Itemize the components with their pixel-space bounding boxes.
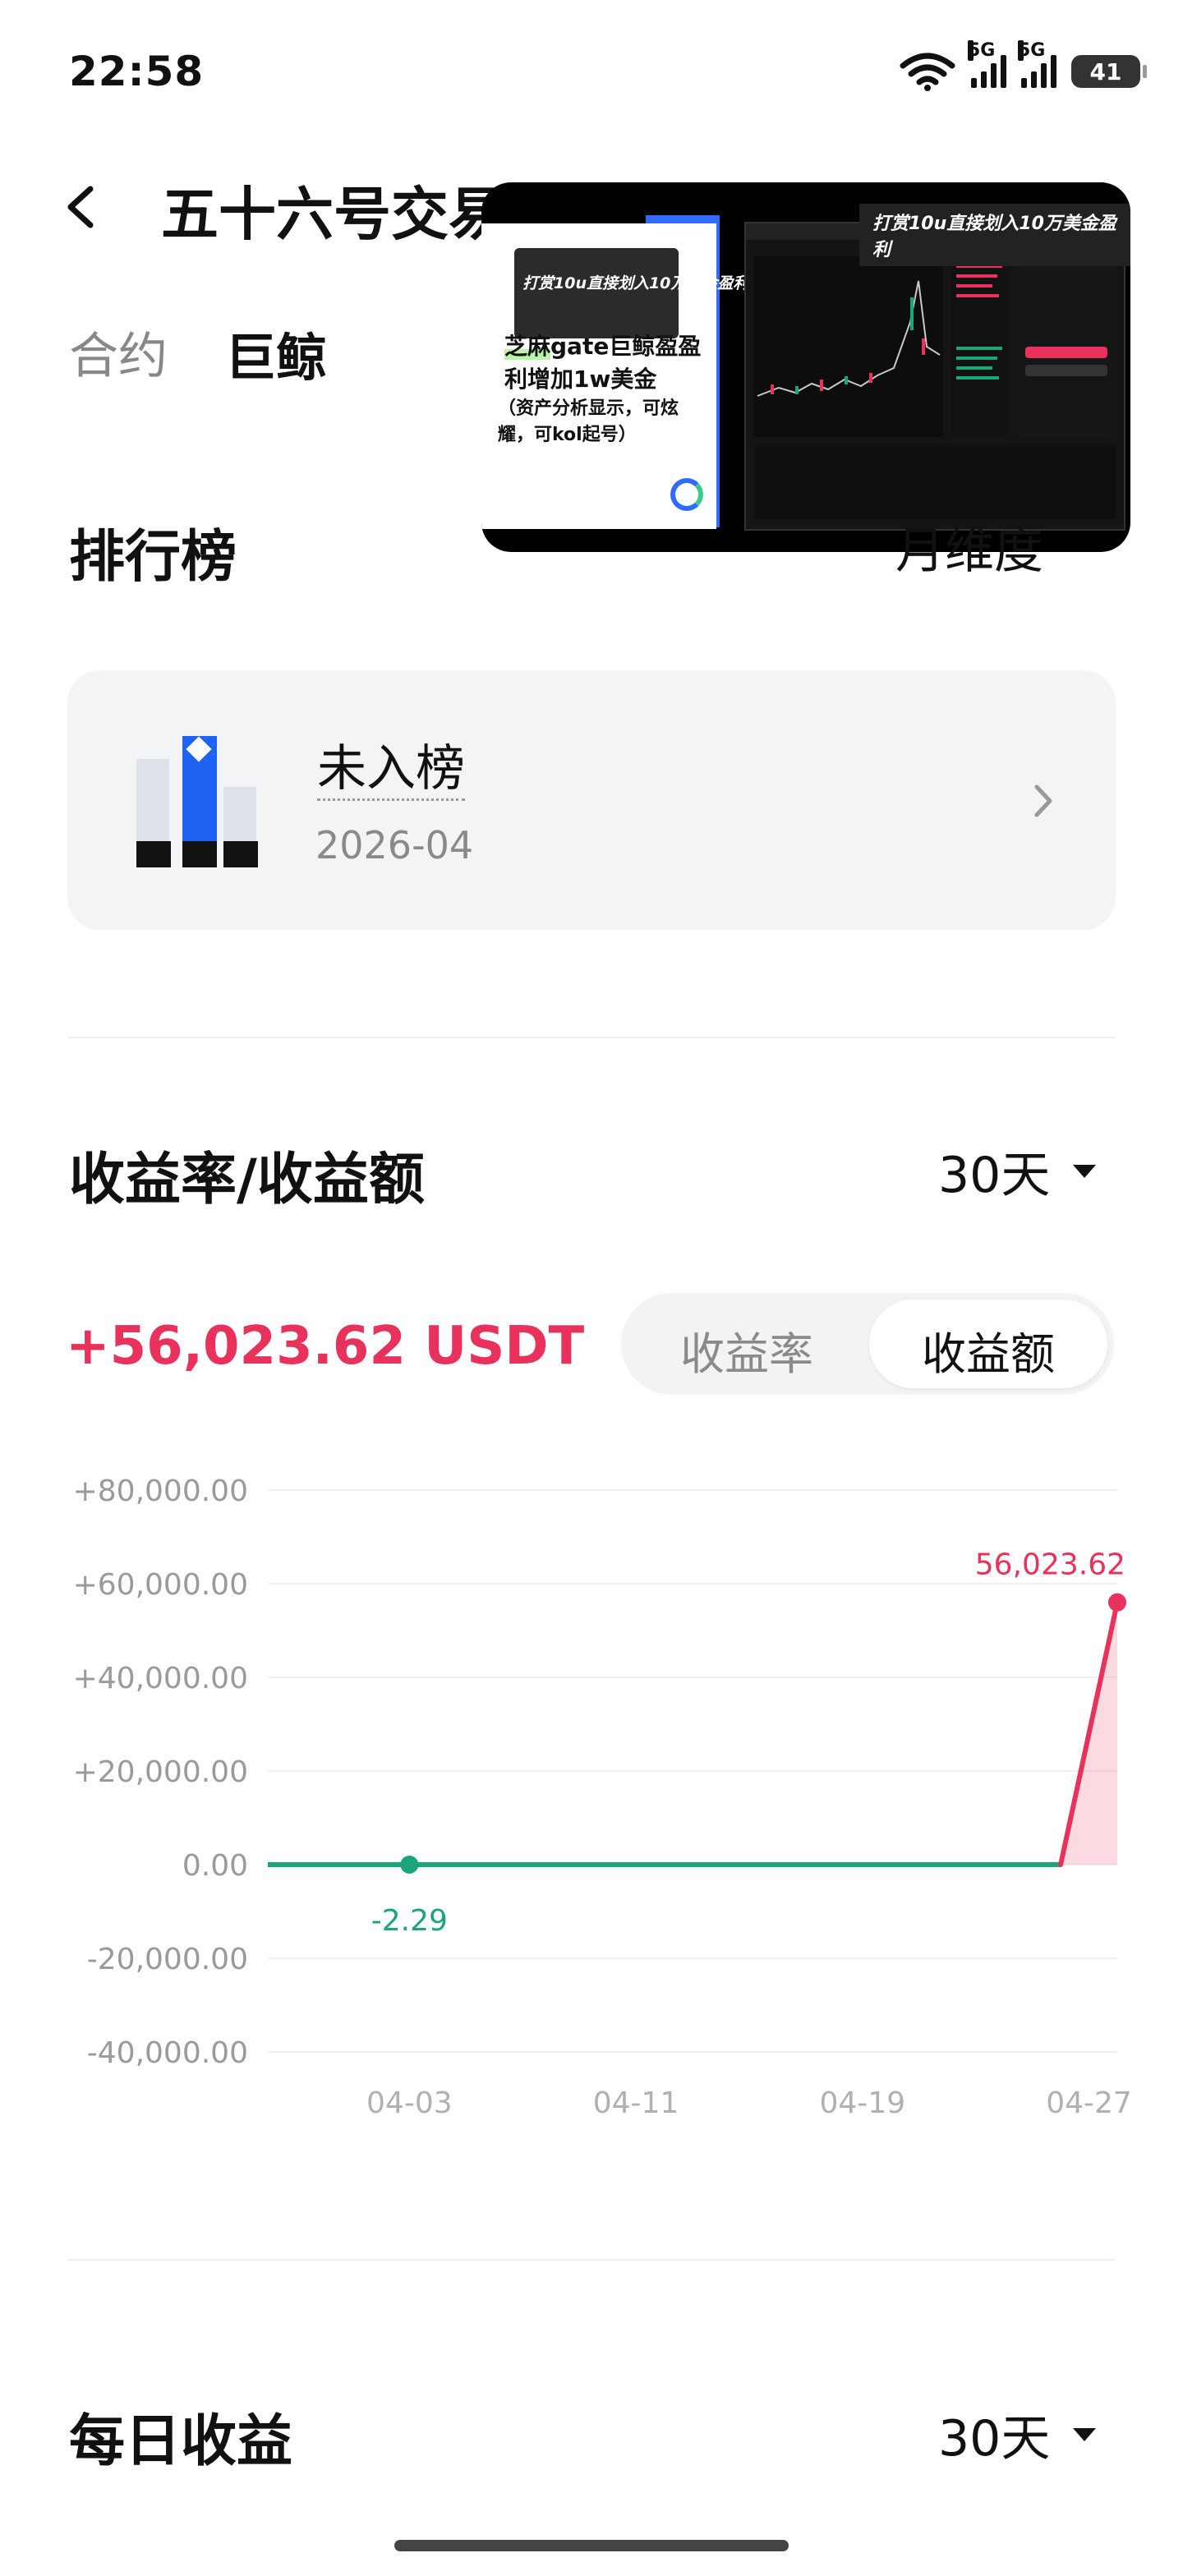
status-time: 22:58 [69, 48, 205, 95]
y-tick-label: +20,000.00 [73, 1755, 248, 1789]
profit-chart: +80,000.00 +60,000.00 +40,000.00 +20,000.00… [73, 1474, 1132, 2120]
video-headline: 芝麻gate巨鲸盈盈利增加1w美金 [504, 333, 702, 393]
y-tick-label: -20,000.00 [87, 1943, 248, 1976]
divider [67, 1037, 1116, 1038]
x-tick-label: 04-19 [819, 2086, 905, 2120]
y-tick-label: 0.00 [182, 1849, 248, 1883]
ranking-title: 排行榜 [69, 525, 237, 590]
video-subcaption: （资产分析显示，可炫耀，可kol起号） [498, 398, 679, 445]
daily-range-label: 30天 [938, 2410, 1051, 2468]
candlestick-thumbnail-icon [746, 223, 1124, 519]
daily-profit-title: 每日收益 [69, 2409, 293, 2474]
rank-chart-icon [136, 841, 171, 867]
daily-range-selector[interactable]: 30天 [938, 2399, 1097, 2470]
data-point [1108, 1593, 1126, 1612]
chevron-right-icon[interactable] [1027, 780, 1060, 821]
profit-toggle[interactable]: 收益率 收益额 [621, 1293, 1114, 1395]
cell-signal-icon: 5G [968, 40, 1006, 88]
rank-chart-icon [182, 841, 217, 867]
toggle-rate[interactable]: 收益率 [680, 1318, 813, 1382]
video-dark-panel [514, 248, 679, 338]
logo-icon [670, 478, 703, 511]
tab-whale[interactable]: 巨鲸 [225, 316, 327, 390]
total-profit-value: +56,023.62 USDT [66, 1316, 585, 1377]
profit-title: 收益率/收益额 [69, 1148, 425, 1212]
range-label: 30天 [938, 1147, 1051, 1204]
caret-down-icon [1073, 1164, 1097, 1178]
data-label: 56,023.62 [975, 1548, 1125, 1582]
status-icons: 5G 5G 41 [899, 40, 1147, 92]
y-tick-label: +60,000.00 [73, 1568, 248, 1602]
battery-icon: 41 [1071, 55, 1147, 88]
ranking-date: 2026-04 [315, 823, 474, 867]
video-top-caption: 打赏10u直接划入10万美金盈利 [859, 204, 1130, 266]
caret-down-icon [1073, 2427, 1097, 2441]
toggle-amount[interactable]: 收益额 [869, 1300, 1107, 1388]
wifi-icon [900, 53, 955, 91]
home-indicator[interactable] [394, 2540, 789, 2551]
video-trading-screen [744, 222, 1125, 531]
tab-contract[interactable]: 合约 [69, 316, 168, 388]
x-tick-label: 04-27 [1046, 2086, 1132, 2120]
video-inner-caption: 打赏10u直接划入10万美金盈利 [522, 274, 749, 292]
range-selector[interactable]: 30天 [938, 1135, 1097, 1207]
rank-chart-icon [223, 841, 258, 867]
x-tick-label: 04-11 [593, 2086, 679, 2120]
y-tick-label: -40,000.00 [87, 2036, 248, 2070]
back-arrow-icon[interactable] [58, 182, 107, 232]
x-tick-label: 04-03 [366, 2086, 453, 2120]
video-overlay[interactable]: 打赏10u直接划入10万美金盈利 芝麻gate巨鲸盈盈利增加1w美金 （资产分析… [481, 182, 1130, 552]
data-point [400, 1856, 419, 1874]
ranking-status: 未入榜 [317, 739, 465, 801]
y-tick-label: +80,000.00 [73, 1474, 248, 1508]
cell-signal-icon: 5G [1018, 40, 1056, 88]
data-label: -2.29 [371, 1904, 448, 1938]
divider [67, 2259, 1116, 2261]
ranking-period-selector[interactable]: 月维度 [895, 511, 1043, 582]
y-tick-label: +40,000.00 [73, 1662, 248, 1695]
